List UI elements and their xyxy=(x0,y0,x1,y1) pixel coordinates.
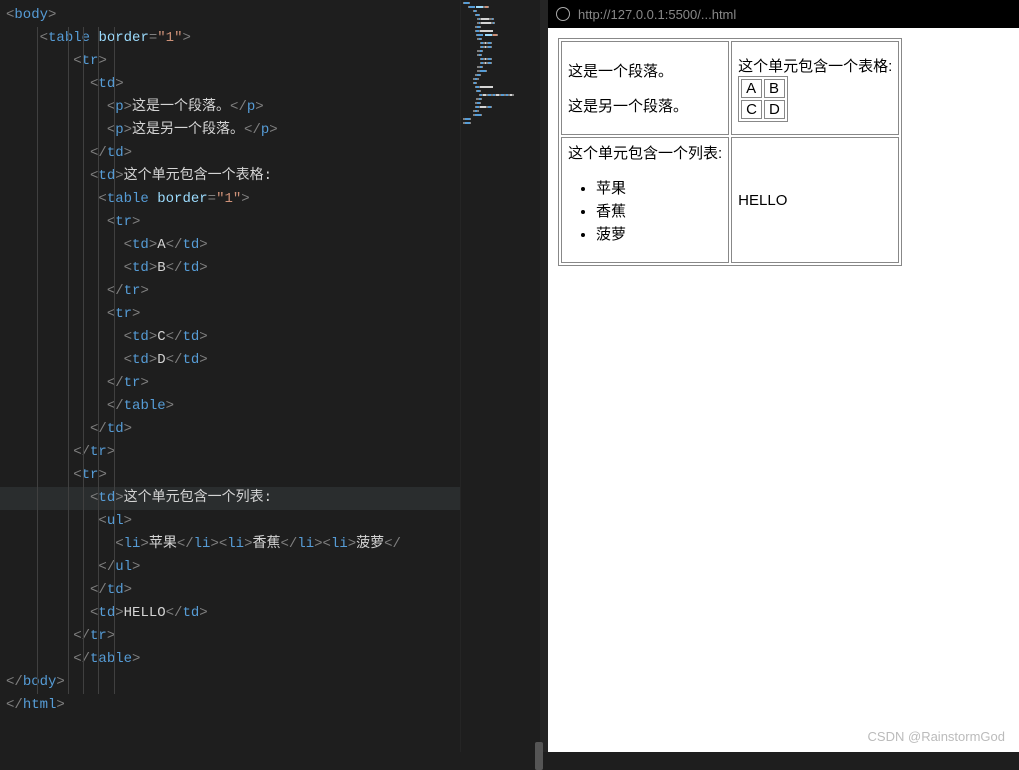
code-line[interactable]: <li>苹果</li><li>香蕉</li><li>菠萝</ xyxy=(0,533,460,556)
paragraph: 这是一个段落。 xyxy=(568,60,722,81)
code-line[interactable]: <p>这是另一个段落。</p> xyxy=(0,119,460,142)
code-line[interactable]: </html> xyxy=(0,694,460,717)
code-line[interactable]: </table> xyxy=(0,395,460,418)
code-line[interactable]: <td>这个单元包含一个表格: xyxy=(0,165,460,188)
cell-hello: HELLO xyxy=(731,137,899,263)
inner-cell: C xyxy=(741,100,762,119)
code-line[interactable]: <tr> xyxy=(0,464,460,487)
code-line[interactable]: </tr> xyxy=(0,280,460,303)
code-line[interactable]: </td> xyxy=(0,418,460,441)
watermark: CSDN @RainstormGod xyxy=(868,729,1005,744)
list-item: 香蕉 xyxy=(596,200,722,221)
code-line[interactable]: <tr> xyxy=(0,211,460,234)
code-line[interactable]: <td>A</td> xyxy=(0,234,460,257)
inner-table: A B C D xyxy=(738,76,788,122)
minimap[interactable] xyxy=(460,0,540,752)
cell-title: 这个单元包含一个表格: xyxy=(738,58,892,75)
code-line[interactable]: <tr> xyxy=(0,303,460,326)
paragraph: 这是另一个段落。 xyxy=(568,95,722,116)
code-line[interactable]: <p>这是一个段落。</p> xyxy=(0,96,460,119)
reload-icon[interactable] xyxy=(556,7,570,21)
code-line[interactable]: </body> xyxy=(0,671,460,694)
list-item: 苹果 xyxy=(596,177,722,198)
code-line[interactable]: <td>HELLO</td> xyxy=(0,602,460,625)
url-text: http://127.0.0.1:5500/...html xyxy=(578,7,736,22)
divider-handle-icon xyxy=(535,742,543,770)
pane-divider[interactable] xyxy=(540,0,548,752)
code-line[interactable]: <table border="1"> xyxy=(0,27,460,50)
rendered-page: 这是一个段落。 这是另一个段落。 这个单元包含一个表格: A B xyxy=(548,28,1019,752)
code-line[interactable]: <ul> xyxy=(0,510,460,533)
code-line[interactable]: <td>B</td> xyxy=(0,257,460,280)
code-line[interactable]: <tr> xyxy=(0,50,460,73)
browser-preview: http://127.0.0.1:5500/...html 这是一个段落。 这是… xyxy=(548,0,1019,752)
cell-title: 这个单元包含一个列表: xyxy=(568,145,722,162)
cell-list: 这个单元包含一个列表: 苹果 香蕉 菠萝 xyxy=(561,137,729,263)
outer-table: 这是一个段落。 这是另一个段落。 这个单元包含一个表格: A B xyxy=(558,38,902,266)
cell-paragraphs: 这是一个段落。 这是另一个段落。 xyxy=(561,41,729,135)
code-line[interactable]: <table border="1"> xyxy=(0,188,460,211)
code-editor[interactable]: <body> <table border="1"> <tr> <td> <p>这… xyxy=(0,0,460,752)
address-bar[interactable]: http://127.0.0.1:5500/...html xyxy=(548,0,1019,28)
inner-cell: D xyxy=(764,100,785,119)
code-line[interactable]: </ul> xyxy=(0,556,460,579)
code-line[interactable]: </table> xyxy=(0,648,460,671)
list-item: 菠萝 xyxy=(596,223,722,244)
code-line[interactable]: <body> xyxy=(0,4,460,27)
code-line[interactable]: <td>D</td> xyxy=(0,349,460,372)
code-line[interactable]: <td>这个单元包含一个列表: xyxy=(0,487,460,510)
code-line[interactable]: </tr> xyxy=(0,625,460,648)
table-row: 这是一个段落。 这是另一个段落。 这个单元包含一个表格: A B xyxy=(561,41,899,135)
inner-cell: B xyxy=(764,79,785,98)
code-line[interactable]: </tr> xyxy=(0,372,460,395)
cell-nested-table: 这个单元包含一个表格: A B C D xyxy=(731,41,899,135)
code-line[interactable]: </td> xyxy=(0,142,460,165)
code-line[interactable]: <td>C</td> xyxy=(0,326,460,349)
table-row: 这个单元包含一个列表: 苹果 香蕉 菠萝 HELLO xyxy=(561,137,899,263)
fruit-list: 苹果 香蕉 菠萝 xyxy=(596,177,722,244)
inner-cell: A xyxy=(741,79,762,98)
code-line[interactable]: </tr> xyxy=(0,441,460,464)
code-line[interactable]: <td> xyxy=(0,73,460,96)
code-line[interactable]: </td> xyxy=(0,579,460,602)
